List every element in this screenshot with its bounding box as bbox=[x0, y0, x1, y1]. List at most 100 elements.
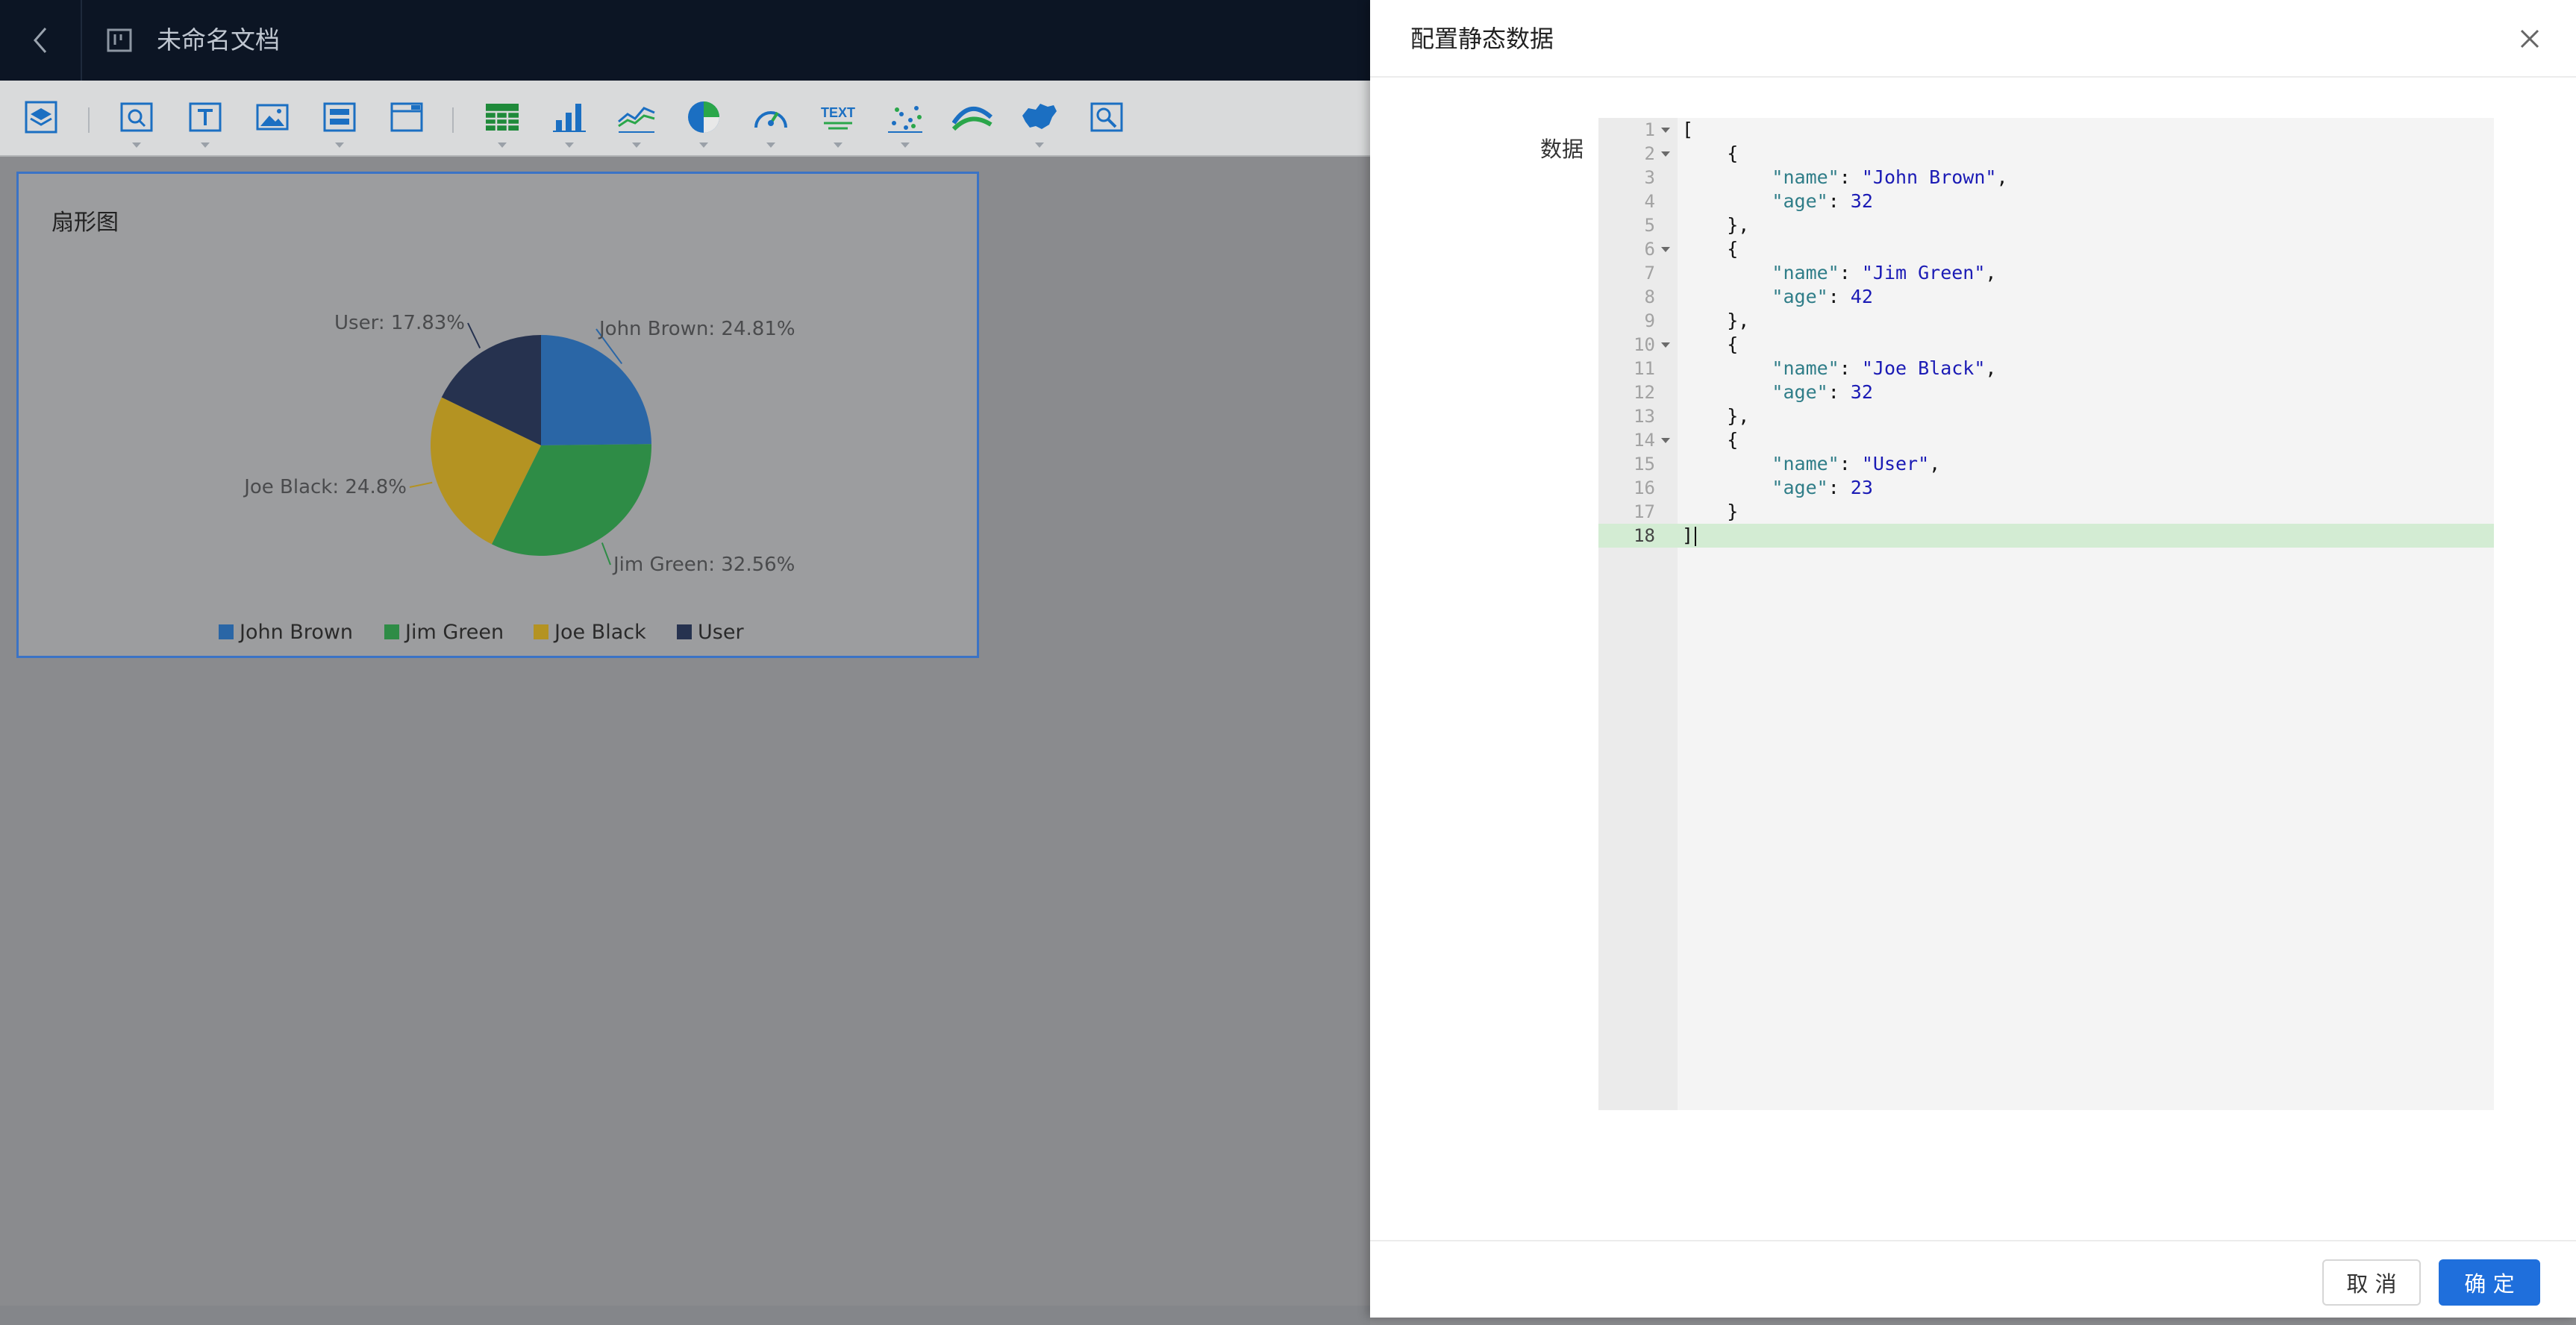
scatter-tool[interactable] bbox=[885, 97, 925, 148]
legend-item[interactable]: Jim Green bbox=[384, 621, 504, 644]
json-code-editor[interactable]: 1[2 {3 "name": "John Brown", 4 "age": 32 5… bbox=[1598, 118, 2494, 1110]
code-line[interactable]: 13 }, bbox=[1598, 404, 2494, 428]
code-line[interactable]: 14 { bbox=[1598, 428, 2494, 452]
pie-chart-tool[interactable] bbox=[684, 97, 724, 148]
text-widget-icon: TEXT bbox=[821, 105, 855, 130]
line-number: 6 bbox=[1644, 239, 1655, 260]
component-toolbar: TEXT bbox=[0, 81, 1370, 157]
toolbar-divider bbox=[452, 107, 454, 133]
text-widget-tool[interactable]: TEXT bbox=[818, 97, 858, 148]
legend-item[interactable]: Joe Black bbox=[534, 621, 646, 644]
legend-swatch bbox=[219, 624, 234, 639]
legend-swatch bbox=[384, 624, 399, 639]
pie-chart-widget[interactable]: 扇形图 John Brown: 24.81% Jim Green: 32.56% J… bbox=[16, 172, 979, 658]
gauge-tool[interactable] bbox=[751, 97, 791, 148]
code-text: "name": "Joe Black", bbox=[1772, 357, 1997, 379]
line-number: 5 bbox=[1644, 215, 1655, 236]
code-line[interactable]: 11 "name": "Joe Black", bbox=[1598, 357, 2494, 380]
code-line[interactable]: 15 "name": "User", bbox=[1598, 452, 2494, 476]
search-box-icon bbox=[120, 102, 153, 132]
search-box-tool[interactable] bbox=[116, 97, 157, 148]
dropdown-caret-icon bbox=[565, 142, 574, 148]
legend-item[interactable]: User bbox=[677, 621, 744, 644]
flow-tool[interactable] bbox=[952, 97, 992, 137]
fold-toggle-icon[interactable] bbox=[1661, 247, 1670, 252]
layout-tool[interactable] bbox=[319, 97, 360, 148]
dialog-header: 配置静态数据 bbox=[1370, 0, 2576, 78]
image-tool[interactable] bbox=[252, 97, 293, 137]
code-line[interactable]: 12 "age": 32 bbox=[1598, 380, 2494, 404]
fold-toggle-icon[interactable] bbox=[1661, 128, 1670, 133]
code-line[interactable]: 1[ bbox=[1598, 118, 2494, 142]
line-number: 16 bbox=[1634, 477, 1655, 498]
table-tool[interactable] bbox=[482, 97, 522, 148]
map-china-icon bbox=[1022, 104, 1057, 129]
pie-data-label: John Brown: 24.81% bbox=[598, 318, 795, 340]
line-number: 9 bbox=[1644, 310, 1655, 331]
code-line[interactable]: 10 { bbox=[1598, 333, 2494, 357]
confirm-button[interactable]: 确 定 bbox=[2439, 1259, 2540, 1306]
code-line[interactable]: 17 } bbox=[1598, 500, 2494, 524]
code-line[interactable]: 18] bbox=[1598, 524, 2494, 548]
inspect-tool[interactable] bbox=[1087, 97, 1127, 137]
code-text: "age": 42 bbox=[1772, 286, 1873, 307]
fold-toggle-icon[interactable] bbox=[1661, 151, 1670, 157]
dropdown-caret-icon bbox=[1035, 142, 1044, 148]
canvas-bottom-strip bbox=[0, 1306, 1370, 1325]
code-line[interactable]: 4 "age": 32 bbox=[1598, 189, 2494, 213]
bar-chart-tool[interactable] bbox=[549, 97, 590, 148]
legend-item[interactable]: John Brown bbox=[219, 621, 353, 644]
dropdown-caret-icon bbox=[335, 142, 344, 148]
legend-label: Joe Black bbox=[553, 621, 646, 644]
top-header: 未命名文档 bbox=[0, 0, 1370, 81]
code-text: "name": "John Brown", bbox=[1772, 166, 2008, 188]
layers-tool[interactable] bbox=[21, 97, 61, 137]
fold-toggle-icon[interactable] bbox=[1661, 342, 1670, 348]
legend-swatch bbox=[677, 624, 692, 639]
window-tool[interactable] bbox=[387, 97, 427, 137]
code-line[interactable]: 2 { bbox=[1598, 142, 2494, 166]
line-number: 14 bbox=[1634, 430, 1655, 451]
document-title[interactable]: 未命名文档 bbox=[157, 21, 280, 60]
dropdown-caret-icon bbox=[901, 142, 910, 148]
code-line[interactable]: 6 { bbox=[1598, 237, 2494, 261]
code-text: { bbox=[1682, 142, 1739, 164]
code-text: }, bbox=[1682, 310, 1750, 331]
code-text: { bbox=[1682, 238, 1739, 260]
code-line[interactable]: 8 "age": 42 bbox=[1598, 285, 2494, 309]
dialog-footer: 取 消 确 定 bbox=[1370, 1240, 2576, 1318]
text-tool[interactable] bbox=[185, 97, 225, 148]
pie-leader-line bbox=[467, 322, 481, 348]
close-button[interactable] bbox=[2513, 22, 2546, 55]
scatter-icon bbox=[888, 106, 922, 133]
image-icon bbox=[256, 104, 289, 131]
editor-canvas[interactable]: 扇形图 John Brown: 24.81% Jim Green: 32.56% J… bbox=[0, 157, 1370, 1325]
dropdown-caret-icon bbox=[498, 142, 507, 148]
code-line[interactable]: 9 }, bbox=[1598, 309, 2494, 333]
dropdown-caret-icon bbox=[834, 142, 842, 148]
line-chart-tool[interactable] bbox=[616, 97, 657, 148]
text-icon bbox=[189, 102, 222, 132]
map-tool[interactable] bbox=[1019, 97, 1060, 148]
line-number: 3 bbox=[1644, 167, 1655, 188]
fold-toggle-icon[interactable] bbox=[1661, 438, 1670, 443]
code-line[interactable]: 7 "name": "Jim Green", bbox=[1598, 261, 2494, 285]
line-number: 12 bbox=[1634, 382, 1655, 403]
dialog-title: 配置静态数据 bbox=[1410, 25, 1554, 53]
pie-slice-john-brown[interactable] bbox=[541, 335, 651, 445]
legend-swatch bbox=[534, 624, 548, 639]
dropdown-caret-icon bbox=[699, 142, 708, 148]
code-line[interactable]: 5 }, bbox=[1598, 213, 2494, 237]
cancel-button[interactable]: 取 消 bbox=[2322, 1259, 2421, 1306]
pie-chart-icon bbox=[688, 101, 719, 133]
back-button[interactable] bbox=[0, 0, 82, 81]
layout-icon bbox=[323, 102, 356, 132]
code-line[interactable]: 16 "age": 23 bbox=[1598, 476, 2494, 500]
pie-data-label: Joe Black: 24.8% bbox=[243, 476, 407, 498]
code-line[interactable]: 3 "name": "John Brown", bbox=[1598, 166, 2494, 189]
layers-icon bbox=[25, 101, 57, 134]
document-board-icon bbox=[107, 28, 132, 52]
code-text: "age": 23 bbox=[1772, 477, 1873, 498]
legend-label: John Brown bbox=[238, 621, 353, 644]
pie-data-label: User: 17.83% bbox=[334, 312, 465, 334]
